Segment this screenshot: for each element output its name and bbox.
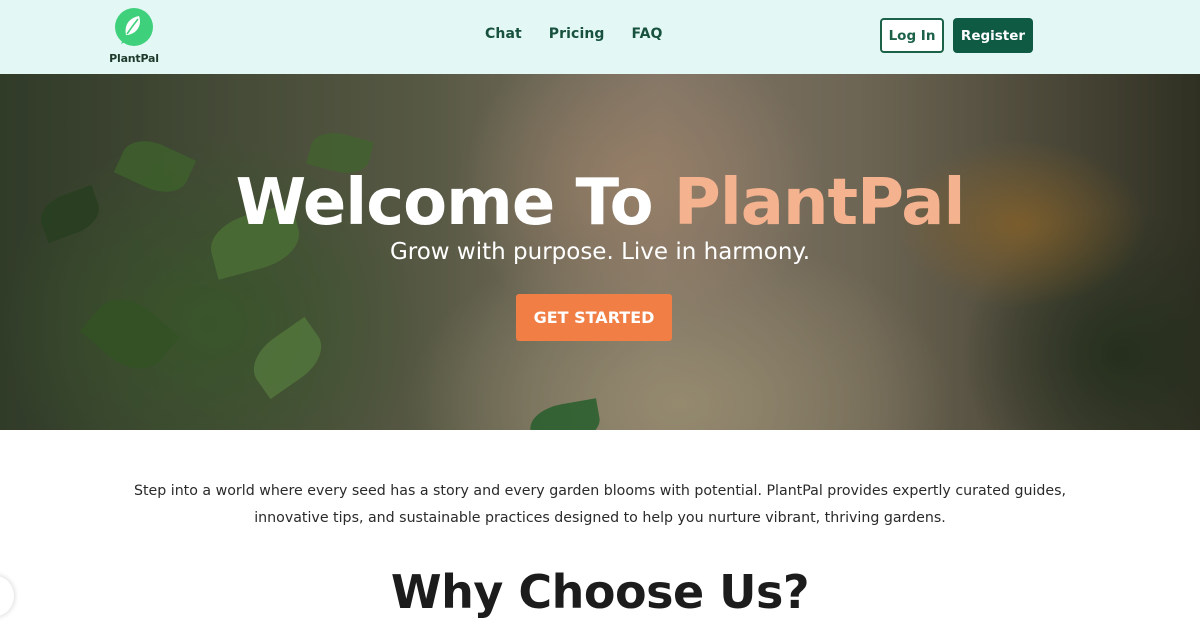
brand-name: PlantPal	[109, 52, 159, 65]
hero-title-main: Welcome To	[235, 166, 674, 240]
leaf-chat-bubble-icon	[115, 8, 153, 46]
hero-banner: Welcome To PlantPal Grow with purpose. L…	[0, 74, 1200, 430]
hero-title-accent: PlantPal	[673, 166, 965, 240]
register-button[interactable]: Register	[953, 18, 1033, 53]
brand-logo[interactable]: PlantPal	[108, 6, 160, 68]
section-title: Why Choose Us?	[390, 565, 810, 619]
hero-title: Welcome To PlantPal	[0, 166, 1200, 240]
nav-link-chat[interactable]: Chat	[485, 26, 522, 42]
intro-line: Step into a world where every seed has a…	[133, 483, 1067, 499]
intro-paragraph: Step into a world where every seed has a…	[120, 478, 1080, 532]
nav-link-faq[interactable]: FAQ	[632, 26, 663, 42]
nav-link-pricing[interactable]: Pricing	[549, 26, 605, 42]
site-header: PlantPal Chat Pricing FAQ Log In Registe…	[0, 0, 1200, 74]
get-started-button[interactable]: GET STARTED	[516, 294, 672, 341]
hero-subtitle: Grow with purpose. Live in harmony.	[389, 239, 811, 265]
main-nav: Chat Pricing FAQ	[485, 26, 663, 42]
login-button[interactable]: Log In	[880, 18, 944, 53]
intro-line: innovative tips, and sustainable practic…	[254, 510, 946, 526]
